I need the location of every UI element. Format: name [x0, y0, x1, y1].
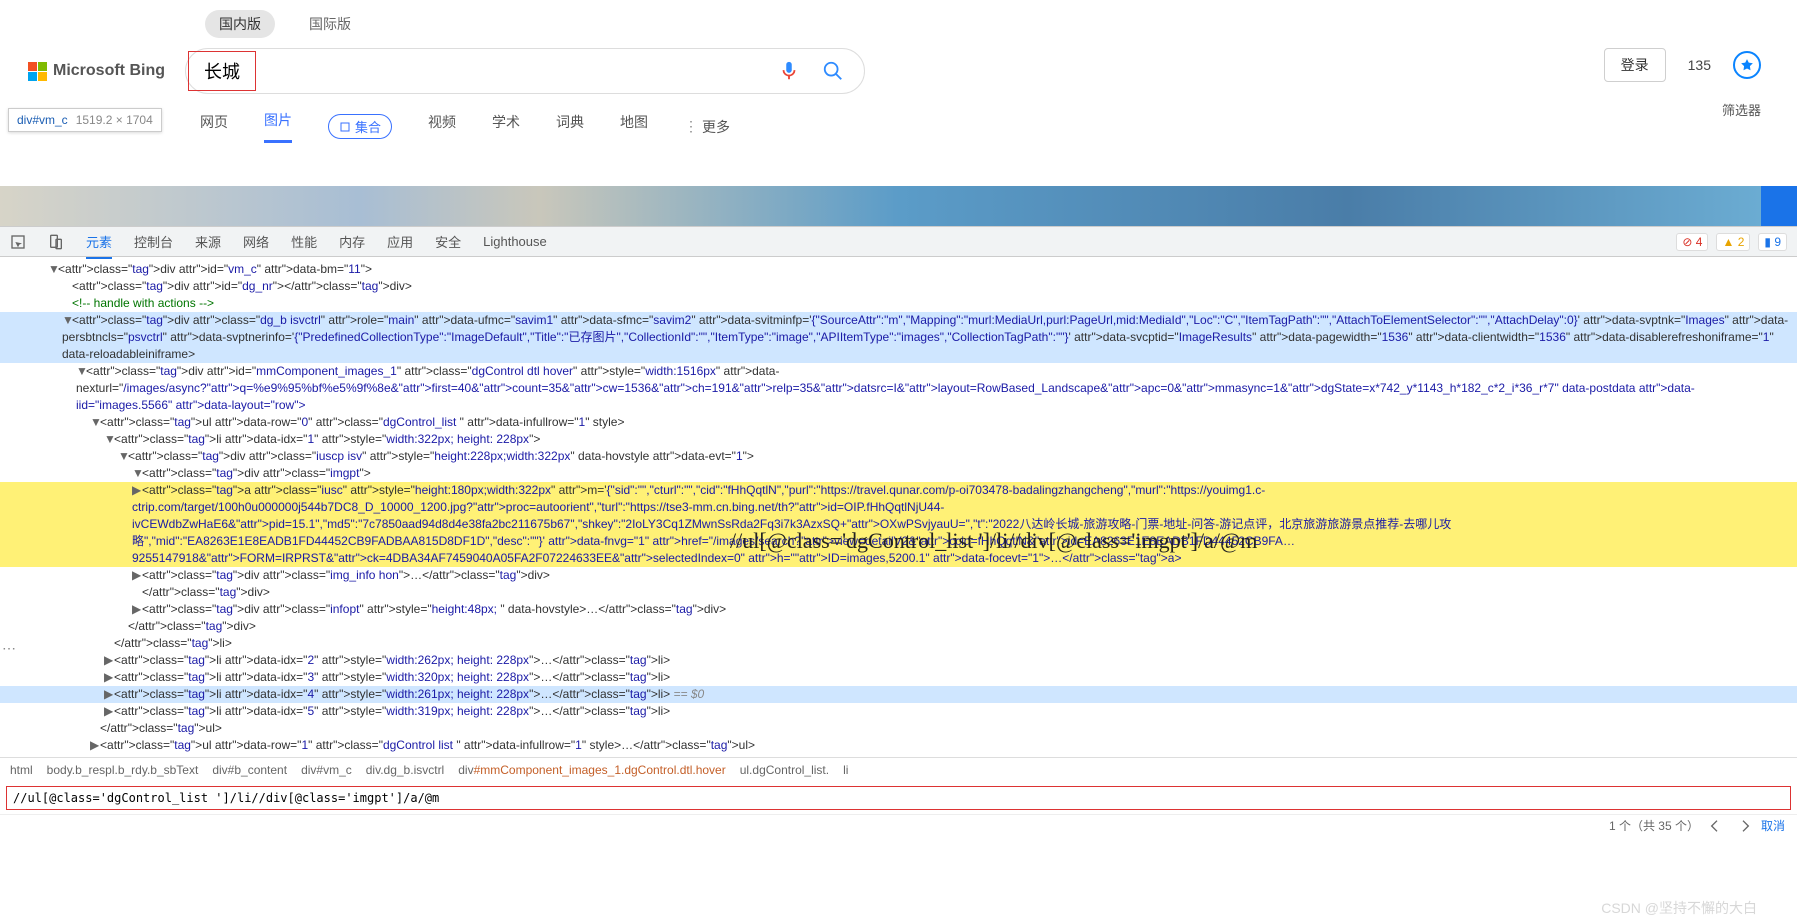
search-box[interactable] — [185, 48, 865, 94]
tab-application[interactable]: 应用 — [387, 232, 413, 251]
xpath-input[interactable] — [7, 787, 1790, 809]
info-badge[interactable]: 9 — [1758, 233, 1787, 251]
error-badge[interactable]: 4 — [1676, 233, 1708, 251]
tab-performance[interactable]: 性能 — [291, 232, 317, 251]
nav-scholar[interactable]: 学术 — [492, 112, 520, 142]
tab-security[interactable]: 安全 — [435, 232, 461, 251]
device-icon[interactable] — [48, 234, 64, 250]
watermark: CSDN @坚持不懈的大白 — [1601, 898, 1757, 918]
filter-label[interactable]: 筛选器 — [1722, 100, 1761, 119]
logo[interactable]: Microsoft Bing — [28, 62, 165, 81]
breadcrumb[interactable]: html body.b_respl.b_rdy.b_sbText div#b_c… — [0, 757, 1797, 782]
region-tab-domestic[interactable]: 国内版 — [205, 10, 275, 38]
match-count: 1 个（共 35 个） — [1609, 817, 1699, 834]
next-icon[interactable] — [1735, 818, 1751, 834]
crumb-mm[interactable]: div#mmComponent_images_1.dgControl.dtl.h… — [458, 763, 725, 777]
crumb-html[interactable]: html — [10, 763, 33, 777]
xpath-overlay-text: //ul[@class='dgControl_list ']/li//div[@… — [730, 528, 1257, 554]
crumb-body[interactable]: body.b_respl.b_rdy.b_sbText — [47, 763, 199, 777]
xpath-search-bar[interactable] — [6, 786, 1791, 810]
nav-dict[interactable]: 词典 — [556, 112, 584, 142]
nav-collect[interactable]: 集合 — [328, 114, 392, 139]
microsoft-icon — [28, 62, 47, 81]
warning-badge[interactable]: 2 — [1716, 233, 1750, 251]
prev-icon[interactable] — [1709, 818, 1725, 834]
search-icon[interactable] — [822, 60, 844, 82]
tab-sources[interactable]: 来源 — [195, 232, 221, 251]
nav-images[interactable]: 图片 — [264, 110, 292, 143]
nav-web[interactable]: 网页 — [200, 112, 228, 142]
nav-more[interactable]: 更多 — [684, 117, 730, 137]
elements-tree[interactable]: ▼<attr">class="tag">div attr">id="vm_c" … — [0, 257, 1797, 757]
cancel-button[interactable]: 取消 — [1761, 817, 1785, 834]
nav-video[interactable]: 视频 — [428, 112, 456, 142]
region-tab-international[interactable]: 国际版 — [295, 10, 365, 38]
mic-icon[interactable] — [778, 60, 800, 82]
element-tooltip: div#vm_c 1519.2 × 1704 — [8, 108, 162, 132]
ellipsis-icon[interactable]: ⋯ — [2, 640, 16, 657]
crumb-li[interactable]: li — [843, 763, 848, 777]
crumb-content[interactable]: div#b_content — [212, 763, 287, 777]
tab-console[interactable]: 控制台 — [134, 232, 173, 251]
tab-lighthouse[interactable]: Lighthouse — [483, 234, 547, 249]
tab-elements[interactable]: 元素 — [86, 232, 112, 259]
search-input[interactable] — [186, 61, 746, 82]
nav-map[interactable]: 地图 — [620, 112, 648, 142]
highlight-box — [188, 51, 256, 91]
crumb-ul[interactable]: ul.dgControl_list. — [740, 763, 829, 777]
devtools-panel: 元素 控制台 来源 网络 性能 内存 应用 安全 Lighthouse 4 2 … — [0, 226, 1797, 836]
tab-memory[interactable]: 内存 — [339, 232, 365, 251]
login-button[interactable]: 登录 — [1604, 48, 1666, 82]
inspect-icon[interactable] — [10, 234, 26, 250]
crumb-vmc[interactable]: div#vm_c — [301, 763, 352, 777]
rewards-icon[interactable] — [1733, 51, 1761, 79]
crumb-dgb[interactable]: div.dg_b.isvctrl — [366, 763, 444, 777]
tab-network[interactable]: 网络 — [243, 232, 269, 251]
rewards-count: 135 — [1688, 57, 1711, 73]
image-results-strip[interactable] — [0, 186, 1797, 226]
